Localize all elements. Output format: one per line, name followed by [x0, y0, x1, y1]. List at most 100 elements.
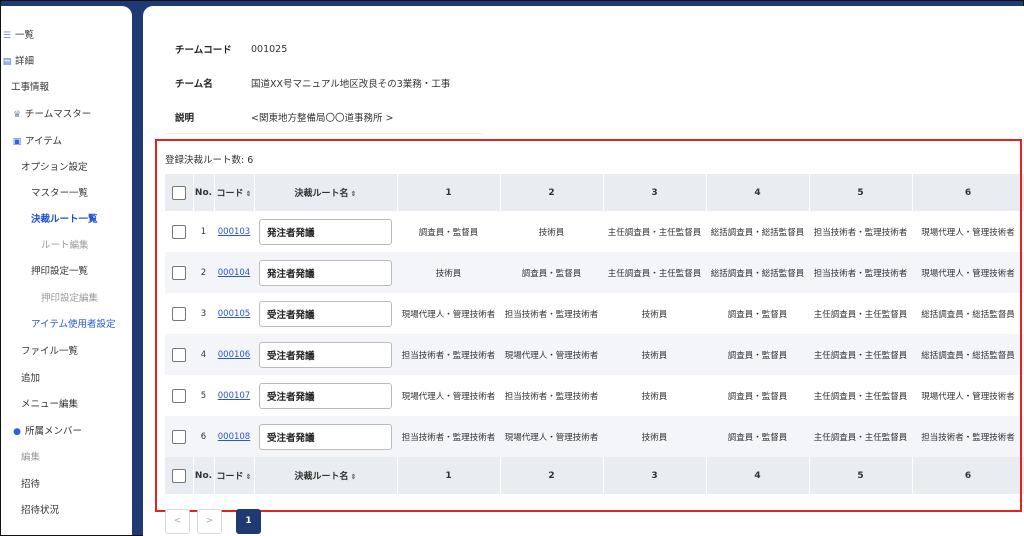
sidebar-item-item-user-settings[interactable]: アイテム使用者設定 [31, 315, 132, 335]
header-route-name[interactable]: 決裁ルート名 ⇕ [254, 174, 398, 211]
header-checkbox-cell [165, 174, 194, 211]
row-no: 1 [200, 226, 207, 237]
row-step-cell: 担当技術者・監理技術者 [397, 334, 500, 375]
footer-code-label: コード [216, 472, 244, 482]
team-name-row: チーム名 国道XX号マニュアル地区改良その3業務・工事 [165, 66, 483, 100]
row-step-cell: 調査員・監督員 [500, 252, 603, 293]
sidebar-item-route-edit[interactable]: ルート編集 [41, 236, 132, 256]
row-step-cell: 現場代理人・管理技術者 [500, 334, 603, 375]
item-icon: ▣ [12, 137, 22, 147]
sidebar-item-detail[interactable]: ▤ 詳細 [1, 52, 132, 72]
sidebar-item-option-settings[interactable]: オプション設定 [21, 158, 132, 178]
route-count: 登録決裁ルート数: 6 [165, 155, 254, 166]
row-step-cell: 主任調査員・主任監督員 [603, 252, 706, 293]
row-no: 5 [200, 390, 207, 401]
row-step-cell: 担当技術者・監理技術者 [813, 227, 908, 238]
sidebar-item-approval-route-list[interactable]: 決裁ルート一覧 [31, 210, 132, 230]
footer-route-name[interactable]: 決裁ルート名 ⇕ [254, 457, 398, 494]
row-checkbox[interactable] [172, 306, 186, 321]
sidebar-item-invite[interactable]: 招待 [21, 475, 132, 495]
row-checkbox[interactable] [172, 388, 186, 403]
row-checkbox-cell [165, 211, 193, 252]
route-name-input[interactable] [259, 341, 392, 368]
select-all-checkbox[interactable] [171, 185, 186, 200]
header-step: 1 [397, 174, 501, 211]
sidebar-item-seal-settings-edit[interactable]: 押印設定編集 [41, 289, 132, 309]
sidebar-item-add[interactable]: 追加 [21, 369, 132, 389]
row-step-cell: 総括調査員・総括監督員 [921, 309, 1015, 320]
row-step-cell: 技術員 [641, 391, 668, 402]
route-name-input[interactable] [259, 300, 392, 327]
row-checkbox[interactable] [172, 224, 186, 239]
team-name-value: 国道XX号マニュアル地区改良その3業務・工事 [251, 79, 451, 90]
row-step-cell: 担当技術者・監理技術者 [912, 416, 1024, 457]
sidebar-item-label: 追加 [21, 373, 41, 384]
row-step-cell: 調査員・監督員 [418, 227, 479, 238]
sidebar-item-label: 押印設定編集 [41, 293, 99, 304]
route-code-link[interactable]: 000108 [218, 432, 250, 442]
route-code-link[interactable]: 000106 [218, 350, 250, 360]
row-step-cell: 総括調査員・総括監督員 [710, 227, 805, 238]
sidebar-item-file-list[interactable]: ファイル一覧 [21, 342, 132, 362]
sidebar-item-team-master[interactable]: ♛ チームマスター [11, 105, 132, 125]
route-name-input[interactable] [259, 382, 392, 409]
footer-no: No. [193, 457, 215, 494]
row-step-cell: 現場代理人・管理技術者 [500, 416, 603, 457]
sort-icon: ⇕ [245, 190, 252, 198]
header-step: 6 [912, 174, 1024, 211]
sidebar-item-master-list[interactable]: マスター一覧 [31, 184, 132, 204]
table-row: 2 000104 技術員調査員・監督員主任調査員・主任監督員総括調査員・総括監督員担… [165, 252, 1024, 293]
route-code-link[interactable]: 000105 [218, 309, 250, 319]
sidebar-item-label: 一覧 [15, 30, 35, 41]
header-code[interactable]: コード ⇕ [214, 174, 255, 211]
sidebar-item-member-edit[interactable]: 編集 [21, 448, 132, 468]
sidebar-item-list[interactable]: ☰ 一覧 [1, 26, 132, 46]
next-page-button[interactable]: > [197, 509, 222, 534]
user-icon: ● [13, 427, 21, 437]
sidebar-item-label: アイテム使用者設定 [31, 319, 116, 330]
sidebar-item-label: 招待 [21, 479, 41, 490]
route-name-input[interactable] [259, 423, 392, 450]
footer-step: 5 [809, 457, 913, 494]
select-all-checkbox[interactable] [171, 468, 186, 483]
sidebar-item-label: 所属メンバー [25, 426, 83, 437]
sidebar-item-members[interactable]: ● 所属メンバー [11, 422, 132, 442]
sidebar-item-construction-info[interactable]: 工事情報 [11, 78, 132, 98]
sidebar-item-items[interactable]: ▣ アイテム [11, 132, 132, 152]
route-name-input[interactable] [259, 259, 392, 286]
prev-page-button[interactable]: < [165, 509, 190, 534]
row-no: 4 [193, 334, 214, 375]
sidebar-item-label: 詳細 [15, 56, 35, 67]
row-step-cell: 現場代理人・管理技術者 [921, 391, 1015, 402]
crown-icon: ♛ [12, 110, 22, 120]
sidebar-item-menu-edit[interactable]: メニュー編集 [21, 395, 132, 415]
footer-code[interactable]: コード ⇕ [214, 457, 255, 494]
footer-step: 3 [603, 457, 707, 494]
route-code-link[interactable]: 000107 [218, 391, 250, 401]
row-name-cell [254, 375, 397, 416]
row-checkbox[interactable] [172, 429, 186, 444]
sidebar-item-seal-settings-list[interactable]: 押印設定一覧 [31, 262, 132, 282]
route-name-input[interactable] [259, 218, 392, 245]
row-checkbox[interactable] [172, 347, 186, 362]
row-code-cell: 000106 [214, 334, 254, 375]
header-no: No. [193, 174, 215, 211]
pagination: < > 1 [165, 509, 261, 534]
row-checkbox-cell [165, 416, 193, 457]
row-name-cell [254, 293, 397, 334]
sidebar-item-invite-status[interactable]: 招待状況 [21, 501, 132, 521]
sidebar-item-label: 工事情報 [11, 82, 50, 93]
footer-step: 1 [397, 457, 501, 494]
footer-step: 6 [912, 457, 1024, 494]
table-row: 6000108担当技術者・監理技術者現場代理人・管理技術者技術員調査員・監督員主… [165, 416, 1024, 457]
table-header-row: No. コード ⇕ 決裁ルート名 ⇕ 1 2 3 4 5 6 [165, 174, 1024, 211]
row-checkbox[interactable] [172, 265, 186, 280]
page-button-current[interactable]: 1 [236, 509, 261, 534]
table-footer-row: No. コード ⇕ 決裁ルート名 ⇕ 1 2 3 4 5 6 [165, 457, 1024, 494]
route-code-link[interactable]: 000104 [218, 268, 250, 278]
document-icon: ▤ [2, 57, 12, 67]
description-label: 説明 [175, 113, 195, 124]
route-code-link[interactable]: 000103 [218, 227, 250, 237]
sidebar-item-label: 決裁ルート一覧 [31, 214, 98, 225]
row-step-cell: 現場代理人・管理技術者 [401, 391, 496, 402]
